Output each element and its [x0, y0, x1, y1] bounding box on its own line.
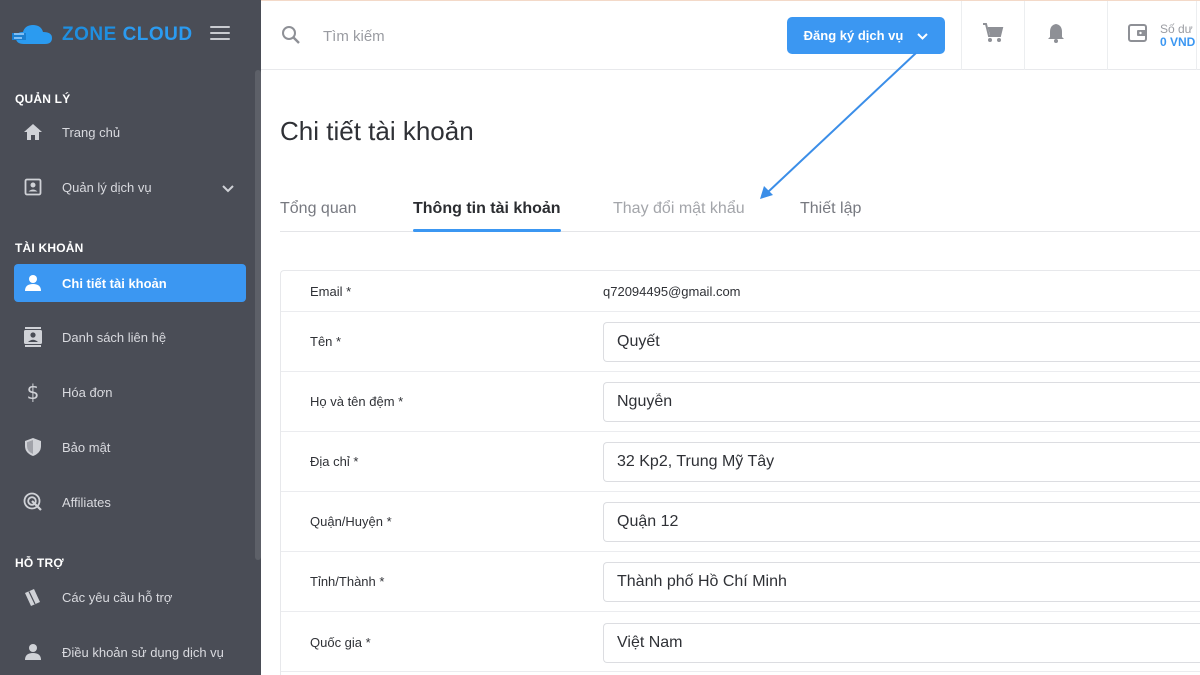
- chevron-down-icon: [222, 180, 234, 198]
- account-tabs: Tổng quan Thông tin tài khoản Thay đổi m…: [280, 196, 1200, 232]
- register-service-label: Đăng ký dịch vụ: [803, 28, 904, 43]
- country-field[interactable]: [603, 623, 1200, 663]
- tab-settings[interactable]: Thiết lập: [800, 200, 861, 218]
- sidebar-item-label: Affiliates: [62, 494, 111, 510]
- ticket-icon: [22, 586, 44, 608]
- search-input[interactable]: [323, 23, 603, 49]
- sidebar-item-contacts[interactable]: Danh sách liên hệ: [14, 318, 246, 356]
- logo[interactable]: ZONE CLOUD: [0, 0, 261, 70]
- account-box-icon: [22, 176, 44, 198]
- page-title: Chi tiết tài khoản: [280, 116, 474, 146]
- section-title-management: QUẢN LÝ: [15, 92, 71, 106]
- section-title-account: TÀI KHOẢN: [15, 241, 84, 255]
- cart-button[interactable]: [961, 1, 1024, 70]
- sidebar-item-invoices[interactable]: $ Hóa đơn: [14, 373, 246, 411]
- sidebar-item-label: Danh sách liên hệ: [62, 329, 167, 345]
- province-label: Tỉnh/Thành *: [310, 574, 385, 589]
- sidebar-item-support-tickets[interactable]: Các yêu cầu hỗ trợ: [14, 578, 246, 616]
- bell-icon: [1047, 23, 1065, 48]
- top-header: Đăng ký dịch vụ Số dư 0 VND: [261, 0, 1200, 70]
- sidebar-item-label: Trang chủ: [62, 124, 121, 140]
- province-field[interactable]: [603, 562, 1200, 602]
- sidebar-item-label: Hóa đơn: [62, 384, 113, 400]
- brand-part-2: CLOUD: [122, 24, 193, 45]
- home-icon: [22, 121, 44, 143]
- country-label: Quốc gia *: [310, 635, 371, 650]
- sidebar-item-label: Điều khoản sử dụng dịch vụ: [62, 644, 224, 660]
- account-info-form: Email * q72094495@gmail.com Tên * Họ và …: [280, 270, 1200, 675]
- brand-part-1: ZONE: [62, 24, 117, 45]
- contacts-icon: [22, 326, 44, 348]
- first-name-field[interactable]: [603, 322, 1200, 362]
- tab-change-password[interactable]: Thay đổi mật khẩu: [613, 200, 745, 218]
- sidebar-item-label: Chi tiết tài khoản: [62, 275, 167, 291]
- header-divider: [1196, 1, 1200, 70]
- form-row-country: Quốc gia *: [281, 612, 1200, 672]
- sidebar-item-label: Quản lý dịch vụ: [62, 179, 152, 195]
- target-icon: [22, 491, 44, 513]
- form-row-province: Tỉnh/Thành *: [281, 552, 1200, 612]
- form-row-first-name: Tên *: [281, 312, 1200, 372]
- tab-account-info[interactable]: Thông tin tài khoản: [413, 200, 561, 232]
- address-label: Địa chỉ *: [310, 454, 359, 469]
- sidebar-item-service-management[interactable]: Quản lý dịch vụ: [14, 168, 246, 206]
- sidebar-item-home[interactable]: Trang chủ: [14, 113, 246, 151]
- tab-overview[interactable]: Tổng quan: [280, 200, 357, 218]
- user-icon: [22, 272, 44, 294]
- sidebar-item-label: Bảo mật: [62, 439, 111, 455]
- sidebar-item-security[interactable]: Bảo mật: [14, 428, 246, 466]
- district-field[interactable]: [603, 502, 1200, 542]
- notifications-button[interactable]: [1024, 1, 1087, 70]
- address-field[interactable]: [603, 442, 1200, 482]
- sidebar-item-terms[interactable]: Điều khoản sử dụng dịch vụ: [14, 633, 246, 671]
- brand-name: ZONE CLOUD: [62, 24, 193, 46]
- search-icon[interactable]: [281, 25, 301, 50]
- balance-value: 0 VND: [1160, 34, 1196, 49]
- user-icon: [22, 641, 44, 663]
- first-name-label: Tên *: [310, 334, 342, 349]
- sidebar-item-affiliates[interactable]: Affiliates: [14, 483, 246, 521]
- form-row-district: Quận/Huyện *: [281, 492, 1200, 552]
- district-label: Quận/Huyện *: [310, 514, 392, 529]
- balance-label: Số dư: [1160, 21, 1193, 36]
- section-title-support: HỖ TRỢ: [15, 556, 64, 570]
- shield-icon: [22, 436, 44, 458]
- chevron-down-icon: [917, 28, 929, 43]
- sidebar: ZONE CLOUD QUẢN LÝ Trang chủ Quản lý dịc…: [0, 0, 261, 675]
- last-name-field[interactable]: [603, 382, 1200, 422]
- wallet-icon: [1128, 24, 1148, 47]
- dollar-icon: $: [26, 380, 40, 404]
- form-row-email: Email * q72094495@gmail.com: [281, 271, 1200, 312]
- sidebar-scrollbar[interactable]: [255, 70, 261, 560]
- cart-icon: [982, 23, 1004, 48]
- menu-toggle-icon[interactable]: [210, 26, 230, 42]
- balance-widget[interactable]: Số dư 0 VND: [1107, 1, 1200, 70]
- sidebar-item-account-details[interactable]: Chi tiết tài khoản: [14, 264, 246, 302]
- sidebar-item-label: Các yêu cầu hỗ trợ: [62, 589, 173, 605]
- form-row-last-name: Họ và tên đệm *: [281, 372, 1200, 432]
- form-row-address: Địa chỉ *: [281, 432, 1200, 492]
- cloud-logo-icon: [12, 20, 58, 50]
- email-value: q72094495@gmail.com: [603, 284, 741, 299]
- last-name-label: Họ và tên đệm *: [310, 394, 404, 409]
- register-service-button[interactable]: Đăng ký dịch vụ: [787, 17, 945, 54]
- email-label: Email *: [310, 284, 352, 299]
